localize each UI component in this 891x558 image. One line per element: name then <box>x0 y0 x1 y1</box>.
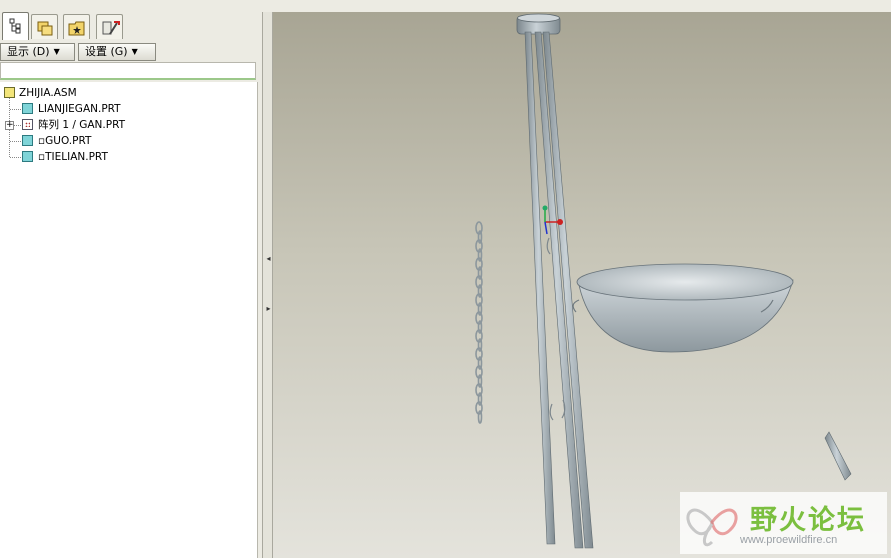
part-icon <box>22 135 33 146</box>
expand-right-icon[interactable]: ▸ <box>264 296 273 322</box>
wok[interactable] <box>572 263 794 353</box>
show-menu-button[interactable]: 显示 (D) ▼ <box>0 43 75 61</box>
tree-item-label: 阵列 1 / GAN.PRT <box>38 119 126 131</box>
favorites-icon <box>68 21 85 36</box>
connections-icon <box>102 21 120 35</box>
pattern-icon <box>22 119 33 130</box>
tree-connector <box>14 125 21 126</box>
settings-menu-label: 设置 (G) <box>85 45 128 58</box>
navigator-splitter[interactable]: ◂ ▸ <box>262 12 273 558</box>
folder-browser-icon <box>37 21 53 36</box>
tree-root-label: ZHIJIA.ASM <box>19 87 77 99</box>
assembly-icon <box>4 87 15 98</box>
model-view <box>475 13 852 549</box>
chevron-down-icon: ▼ <box>131 47 138 56</box>
collapse-left-icon[interactable]: ◂ <box>264 246 273 272</box>
model-tree-icon <box>9 18 21 34</box>
model-tree: ZHIJIA.ASM LIANJIEGAN.PRT + 阵列 1 / GAN.P… <box>0 82 258 558</box>
chevron-down-icon: ▼ <box>53 47 60 56</box>
part-icon <box>22 103 33 114</box>
chain-link <box>477 410 483 424</box>
expand-toggle[interactable]: + <box>5 121 14 130</box>
tab-folder-browser[interactable] <box>31 14 58 39</box>
butterfly-logo-icon <box>686 508 738 547</box>
tree-filter-input[interactable] <box>0 62 256 80</box>
site-watermark: 野火论坛 www.proewildfire.cn <box>680 492 887 554</box>
tab-favorites[interactable] <box>63 14 90 39</box>
graphics-window[interactable] <box>273 12 891 558</box>
tree-root-assembly[interactable]: ZHIJIA.ASM <box>4 85 77 101</box>
tree-item[interactable]: ▫TIELIAN.PRT <box>22 149 108 165</box>
tree-connector <box>10 141 21 142</box>
tree-item[interactable]: LIANJIEGAN.PRT <box>22 101 121 117</box>
tree-item-label: LIANJIEGAN.PRT <box>38 103 121 115</box>
navigator-tabs <box>0 12 262 40</box>
tab-connections[interactable] <box>96 14 123 39</box>
part-icon <box>22 151 33 162</box>
watermark-url: www.proewildfire.cn <box>740 534 838 546</box>
settings-menu-button[interactable]: 设置 (G) ▼ <box>78 43 156 61</box>
tree-item-label: ▫GUO.PRT <box>38 135 92 147</box>
tree-connector <box>10 157 21 158</box>
chain[interactable] <box>475 221 483 424</box>
tree-item[interactable]: ▫GUO.PRT <box>22 133 91 149</box>
tree-item[interactable]: 阵列 1 / GAN.PRT <box>22 117 125 133</box>
show-menu-label: 显示 (D) <box>7 45 50 58</box>
tree-item-label: ▫TIELIAN.PRT <box>38 151 108 163</box>
tree-connector <box>10 109 21 110</box>
navigator-toolbar: 显示 (D) ▼ 设置 (G) ▼ <box>0 42 262 62</box>
navigator-panel: 显示 (D) ▼ 设置 (G) ▼ ZHIJIA.ASM LIANJIEGAN.PR… <box>0 0 262 558</box>
tab-model-tree[interactable] <box>2 12 29 40</box>
pole-top-cap[interactable] <box>516 13 561 35</box>
partial-pole[interactable] <box>824 431 852 481</box>
watermark-title: 野火论坛 <box>750 505 866 536</box>
